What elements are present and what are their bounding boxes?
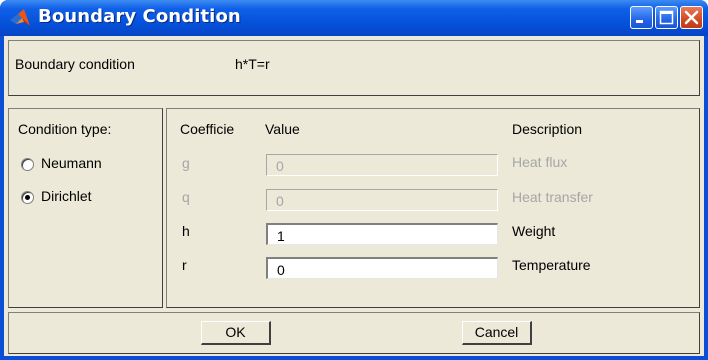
window-title: Boundary Condition xyxy=(38,6,241,27)
radio-dirichlet-label[interactable]: Dirichlet xyxy=(41,188,92,204)
boundary-condition-label: Boundary condition xyxy=(15,56,135,72)
description-r: Temperature xyxy=(512,257,591,273)
minimize-icon xyxy=(636,20,643,23)
value-field-g: 0 xyxy=(266,154,498,176)
button-panel: OK Cancel xyxy=(8,312,700,354)
value-field-r[interactable]: 0 xyxy=(266,257,498,279)
coefficient-panel: Coefficie Value Description g 0 Heat flu… xyxy=(166,108,700,308)
condition-type-label: Condition type: xyxy=(18,121,112,137)
radio-selected-dot xyxy=(25,195,30,200)
value-field-h[interactable]: 1 xyxy=(266,223,498,245)
coefficient-header: Coefficie xyxy=(180,121,235,137)
coefficient-q: q xyxy=(182,189,190,205)
header-panel: Boundary condition h*T=r xyxy=(8,40,700,96)
close-icon xyxy=(684,10,699,25)
radio-dirichlet-button[interactable] xyxy=(21,191,34,204)
title-bar[interactable]: Boundary Condition xyxy=(0,0,708,36)
value-header: Value xyxy=(265,121,300,137)
condition-type-panel: Condition type: Neumann Dirichlet xyxy=(8,108,163,308)
dialog-client: Boundary condition h*T=r Condition type:… xyxy=(4,36,704,356)
description-h: Weight xyxy=(512,223,556,239)
coefficient-h: h xyxy=(182,223,190,239)
radio-neumann-label[interactable]: Neumann xyxy=(41,155,102,171)
description-q: Heat transfer xyxy=(512,189,593,205)
description-header: Description xyxy=(512,121,583,137)
matlab-logo-icon xyxy=(10,9,30,26)
cancel-button[interactable]: Cancel xyxy=(462,321,532,345)
dialog-window: Boundary Condition Boundary condition h*… xyxy=(0,0,708,360)
maximize-icon xyxy=(659,10,674,25)
ok-button[interactable]: OK xyxy=(201,321,271,345)
description-g: Heat flux xyxy=(512,154,568,170)
close-button[interactable] xyxy=(680,6,703,29)
radio-neumann-button[interactable] xyxy=(21,158,34,171)
value-field-q: 0 xyxy=(266,189,498,211)
boundary-equation: h*T=r xyxy=(235,56,270,72)
coefficient-r: r xyxy=(182,257,187,273)
minimize-button[interactable] xyxy=(630,6,653,29)
coefficient-g: g xyxy=(182,155,190,171)
maximize-button[interactable] xyxy=(655,6,678,29)
